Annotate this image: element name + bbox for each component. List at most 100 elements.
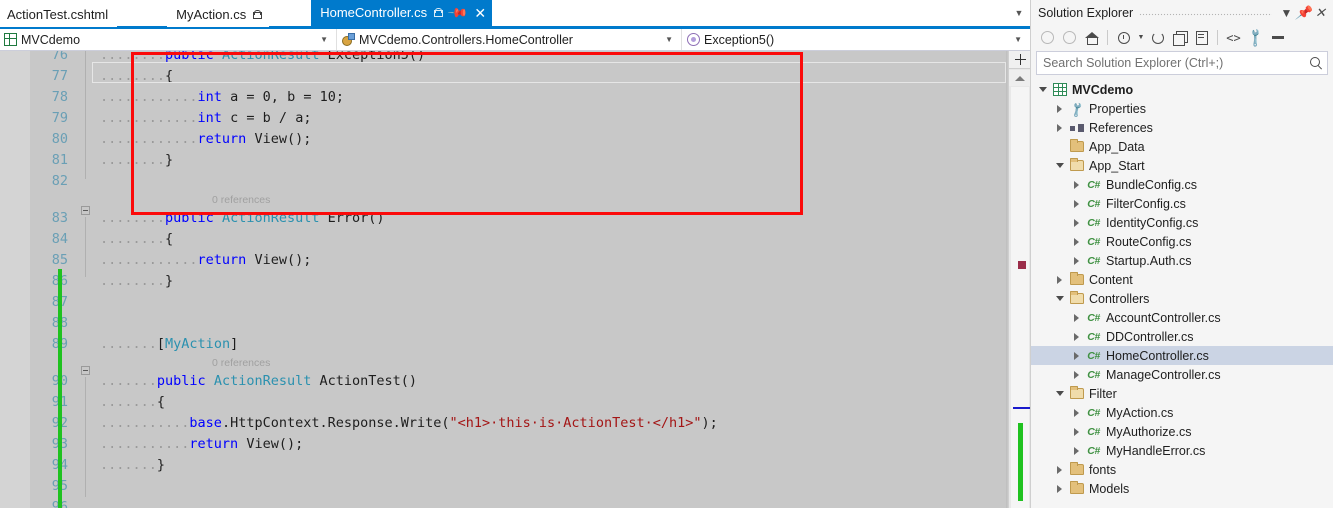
refresh-icon[interactable] (1147, 27, 1168, 48)
tree-item-ddcontroller-cs[interactable]: C# DDController.cs (1031, 327, 1333, 346)
chevron-right-icon[interactable] (1069, 351, 1084, 360)
tree-item-filter[interactable]: Filter (1031, 384, 1333, 403)
code-token: .... (100, 457, 133, 473)
error-marker[interactable] (1018, 261, 1026, 269)
tree-item-routeconfig-cs[interactable]: C# RouteConfig.cs (1031, 232, 1333, 251)
chevron-right-icon[interactable] (1069, 199, 1084, 208)
chevron-right-icon[interactable] (1069, 408, 1084, 417)
tree-item-filterconfig-cs[interactable]: C# FilterConfig.cs (1031, 194, 1333, 213)
editor-vertical-scrollbar[interactable] (1008, 51, 1030, 508)
chevron-right-icon[interactable] (1052, 104, 1067, 113)
view-code-icon[interactable]: <> (1223, 27, 1244, 48)
change-marker (1018, 423, 1023, 501)
code-text-area[interactable]: ........public ActionResult Exception5()… (74, 51, 1030, 508)
chevron-right-icon[interactable] (1069, 313, 1084, 322)
tree-item-accountcontroller-cs[interactable]: C# AccountController.cs (1031, 308, 1333, 327)
tree-item-content[interactable]: Content (1031, 270, 1333, 289)
chevron-right-icon[interactable] (1069, 370, 1084, 379)
line-number: 79 (51, 110, 68, 126)
back-icon[interactable] (1037, 27, 1058, 48)
chevron-down-icon: ▼ (1014, 35, 1022, 44)
tree-item-app-start[interactable]: App_Start (1031, 156, 1333, 175)
pin-icon[interactable]: 📌 (447, 1, 469, 23)
type-dropdown[interactable]: MVCdemo.Controllers.HomeController ▼ (337, 29, 682, 50)
code-editor-surface[interactable]: 7677787980818283848586878889909192939495… (0, 51, 1030, 508)
codelens-references[interactable]: 0 references (212, 356, 270, 371)
close-icon[interactable]: ✕ (1312, 4, 1329, 22)
chevron-down-icon[interactable] (1052, 296, 1067, 301)
tab-myaction-cs[interactable]: MyAction.cs (167, 1, 270, 27)
codelens-references[interactable]: 0 references (212, 193, 270, 208)
forward-icon[interactable] (1059, 27, 1080, 48)
pending-changes-dropdown-icon[interactable]: ▼ (1135, 27, 1146, 48)
tree-item-managecontroller-cs[interactable]: C# ManageController.cs (1031, 365, 1333, 384)
tree-item-identityconfig-cs[interactable]: C# IdentityConfig.cs (1031, 213, 1333, 232)
tree-item-models[interactable]: Models (1031, 479, 1333, 498)
chevron-right-icon[interactable] (1069, 427, 1084, 436)
code-token: return (197, 252, 247, 268)
tree-item-myauthorize-cs[interactable]: C# MyAuthorize.cs (1031, 422, 1333, 441)
chevron-right-icon[interactable] (1052, 275, 1067, 284)
chevron-right-icon[interactable] (1069, 446, 1084, 455)
show-all-files-icon[interactable] (1191, 27, 1212, 48)
chevron-down-icon[interactable]: ▼ (1278, 4, 1295, 22)
code-token: / (278, 110, 288, 126)
chevron-right-icon[interactable] (1052, 465, 1067, 474)
pending-changes-icon[interactable] (1113, 27, 1134, 48)
tree-item-homecontroller-cs[interactable]: C# HomeController.cs (1031, 346, 1333, 365)
tree-item-startup-auth-cs[interactable]: C# Startup.Auth.cs (1031, 251, 1333, 270)
chevron-right-icon[interactable] (1052, 123, 1067, 132)
chevron-down-icon[interactable] (1052, 391, 1067, 396)
code-token: View(); (254, 252, 312, 268)
tree-item-references[interactable]: References (1031, 118, 1333, 137)
search-solution-explorer-box[interactable] (1036, 51, 1328, 75)
chevron-right-icon[interactable] (1069, 218, 1084, 227)
chevron-right-icon[interactable] (1052, 484, 1067, 493)
scroll-up-button[interactable] (1009, 70, 1030, 86)
tree-item-fonts[interactable]: fonts (1031, 460, 1333, 479)
tree-item-mvcdemo[interactable]: MVCdemo (1031, 80, 1333, 99)
chevron-right-icon[interactable] (1069, 180, 1084, 189)
tab-overflow-chevron-down-icon[interactable]: ▼ (1012, 6, 1026, 20)
chevron-down-icon[interactable] (1052, 163, 1067, 168)
fold-toggle-icon[interactable] (81, 206, 90, 215)
chevron-right-icon[interactable] (1069, 256, 1084, 265)
search-input[interactable] (1043, 56, 1310, 70)
tree-item-myaction-cs[interactable]: C# MyAction.cs (1031, 403, 1333, 422)
collapse-all-icon[interactable] (1169, 27, 1190, 48)
tab-actiontest-cshtml[interactable]: ActionTest.cshtml (0, 1, 118, 27)
scrollbar-track[interactable] (1011, 87, 1030, 508)
project-dropdown[interactable]: MVCdemo ▼ (0, 29, 337, 50)
code-token: base (189, 415, 222, 431)
tree-item-controllers[interactable]: Controllers (1031, 289, 1333, 308)
tree-item-properties[interactable]: 🔧 Properties (1031, 98, 1333, 119)
member-dropdown[interactable]: Exception5() ▼ (682, 29, 1030, 50)
tab-homecontroller-cs[interactable]: HomeController.cs 📌 ✕ (311, 0, 493, 26)
chevron-down-icon[interactable] (1035, 87, 1050, 92)
close-icon[interactable]: ✕ (474, 6, 486, 20)
tree-item-myhandleerror-cs[interactable]: C# MyHandleError.cs (1031, 441, 1333, 460)
tree-item-bundleconfig-cs[interactable]: C# BundleConfig.cs (1031, 175, 1333, 194)
tree-item-label: MyAction.cs (1106, 405, 1174, 420)
code-token: public (165, 210, 214, 226)
solution-tree[interactable]: MVCdemo 🔧 Properties References App_Data App_… (1031, 78, 1333, 508)
breakpoint-margin[interactable] (0, 51, 30, 508)
split-view-button[interactable] (1009, 51, 1030, 69)
search-icon[interactable] (1310, 56, 1323, 70)
fold-guide-line (85, 377, 86, 497)
dash-icon[interactable] (1267, 27, 1288, 48)
tree-item-app-data[interactable]: App_Data (1031, 137, 1333, 156)
chevron-right-icon[interactable] (1069, 332, 1084, 341)
drag-handle[interactable] (1139, 9, 1272, 16)
fold-toggle-icon[interactable] (81, 366, 90, 375)
code-token: public (165, 51, 214, 63)
pin-icon[interactable]: 📌 (1295, 4, 1312, 22)
tree-item-label: Startup.Auth.cs (1106, 253, 1192, 268)
home-icon[interactable] (1081, 27, 1102, 48)
chevron-right-icon[interactable] (1069, 237, 1084, 246)
properties-icon[interactable]: 🔧 (1245, 26, 1267, 48)
folder-icon (1067, 272, 1086, 285)
member-dropdown-value: Exception5() (704, 32, 775, 47)
